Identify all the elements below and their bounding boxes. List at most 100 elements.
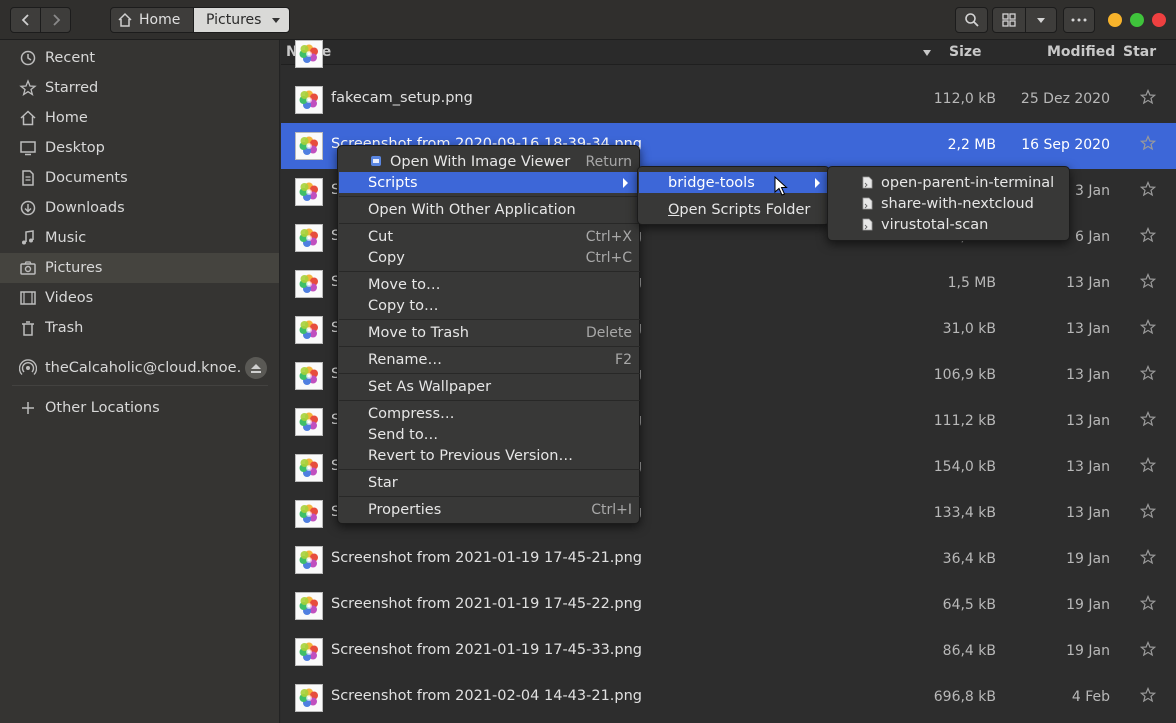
menu-item-label: bridge-tools xyxy=(668,174,755,191)
star-icon[interactable] xyxy=(1139,502,1157,523)
menu-item-move-to-trash[interactable]: Move to Trash Delete xyxy=(339,322,640,343)
minimize-button[interactable] xyxy=(1108,13,1122,27)
script-file-icon xyxy=(862,176,873,189)
sidebar-item-recent[interactable]: Recent xyxy=(0,43,279,73)
table-row[interactable]: Screenshot from 2021-01-19 17-45-22.png 6… xyxy=(281,583,1176,629)
close-button[interactable] xyxy=(1152,13,1166,27)
file-modified: 13 Jan xyxy=(1066,413,1110,429)
menu-item-star[interactable]: Star xyxy=(339,472,640,493)
star-icon[interactable] xyxy=(1139,686,1157,707)
sidebar-item-other-locations[interactable]: Other Locations xyxy=(0,393,279,423)
table-row[interactable]: Screenshot from 2021-01-19 17-45-21.png 3… xyxy=(281,537,1176,583)
menu-separator xyxy=(339,223,640,224)
submenu-arrow-icon xyxy=(623,178,628,188)
menu-item-label: share-with-nextcloud xyxy=(881,195,1034,212)
sidebar-item-network[interactable]: theCalcaholic@cloud.knoe… xyxy=(0,353,279,383)
file-size: 1,5 MB xyxy=(947,275,996,291)
star-icon[interactable] xyxy=(1139,226,1157,247)
sidebar-item-desktop[interactable]: Desktop xyxy=(0,133,279,163)
triangle-down-icon xyxy=(1037,18,1045,23)
menu-item-label: Revert to Previous Version… xyxy=(368,447,573,464)
menu-item-label: Scripts xyxy=(368,174,418,191)
search-button[interactable] xyxy=(955,7,988,33)
breadcrumb-pictures-label: Pictures xyxy=(206,12,262,28)
menu-item-label: Open With Image Viewer xyxy=(390,153,571,170)
menu-item-open-with-viewer[interactable]: Open With Image Viewer Return xyxy=(339,151,640,172)
file-modified: 19 Jan xyxy=(1066,597,1110,613)
file-modified: 4 Feb xyxy=(1071,689,1110,705)
image-thumbnail-icon xyxy=(299,642,318,661)
image-thumbnail-icon xyxy=(299,458,318,477)
menu-item-script-share-with-nextcloud[interactable]: share-with-nextcloud xyxy=(829,193,1070,214)
menu-item-label-rest: pen Scripts Folder xyxy=(679,201,811,218)
forward-button[interactable] xyxy=(40,7,71,33)
menu-item-cut[interactable]: Cut Ctrl+X xyxy=(339,226,640,247)
star-icon[interactable] xyxy=(1139,318,1157,339)
menu-item-script-virustotal-scan[interactable]: virustotal-scan xyxy=(829,214,1070,235)
menu-item-copy[interactable]: Copy Ctrl+C xyxy=(339,247,640,268)
sidebar-item-label: Other Locations xyxy=(45,400,160,416)
file-name: Screenshot from 2021-01-19 17-45-33.png xyxy=(331,642,643,658)
eject-button[interactable] xyxy=(245,357,267,379)
sidebar-item-home[interactable]: Home xyxy=(0,103,279,133)
menu-item-move-to[interactable]: Move to… xyxy=(339,274,640,295)
chevron-right-icon xyxy=(52,14,60,26)
star-icon[interactable] xyxy=(1139,134,1157,155)
star-icon[interactable] xyxy=(1139,594,1157,615)
sidebar-item-videos[interactable]: Videos xyxy=(0,283,279,313)
triangle-down-icon xyxy=(272,18,280,23)
menu-item-open-with-other[interactable]: Open With Other Application xyxy=(339,199,640,220)
sidebar-item-starred[interactable]: Starred xyxy=(0,73,279,103)
file-size: 154,0 kB xyxy=(933,459,996,475)
star-icon[interactable] xyxy=(1139,88,1157,109)
menu-item-script-open-parent-in-terminal[interactable]: open-parent-in-terminal xyxy=(829,172,1070,193)
file-size: 2,2 MB xyxy=(947,137,996,153)
star-icon[interactable] xyxy=(1139,180,1157,201)
star-icon[interactable] xyxy=(1139,410,1157,431)
star-icon[interactable] xyxy=(1139,456,1157,477)
bridge-tools-submenu: open-parent-in-terminal share-with-nextcl… xyxy=(827,166,1070,241)
table-row[interactable]: fakecam_setup.png 112,0 kB 25 Dez 2020 xyxy=(281,77,1176,123)
menu-item-label: Set As Wallpaper xyxy=(368,378,492,395)
file-thumbnail xyxy=(295,500,323,528)
sidebar-item-music[interactable]: Music xyxy=(0,223,279,253)
star-icon[interactable] xyxy=(1139,548,1157,569)
sidebar-item-pictures[interactable]: Pictures xyxy=(0,253,279,283)
menu-item-open-scripts-folder[interactable]: Open Scripts Folder xyxy=(639,199,830,220)
menu-item-label: Copy xyxy=(368,249,405,266)
grid-view-button[interactable] xyxy=(992,7,1026,33)
menu-item-label: Star xyxy=(368,474,398,491)
menu-item-set-wallpaper[interactable]: Set As Wallpaper xyxy=(339,376,640,397)
back-button[interactable] xyxy=(10,7,41,33)
maximize-button[interactable] xyxy=(1130,13,1144,27)
table-row[interactable]: Screenshot from 2021-02-04 14-43-21.png 6… xyxy=(281,675,1176,721)
menu-item-bridge-tools[interactable]: bridge-tools xyxy=(639,172,830,193)
breadcrumb-home[interactable]: Home xyxy=(110,7,194,33)
sidebar-item-trash[interactable]: Trash xyxy=(0,313,279,343)
file-thumbnail xyxy=(295,362,323,390)
file-modified: 13 Jan xyxy=(1066,321,1110,337)
table-row[interactable]: Screenshot from 2021-01-19 17-45-33.png 8… xyxy=(281,629,1176,675)
menu-item-send-to[interactable]: Send to… xyxy=(339,424,640,445)
menu-button[interactable] xyxy=(1063,7,1095,33)
menu-item-rename[interactable]: Rename… F2 xyxy=(339,349,640,370)
view-options-button[interactable] xyxy=(1025,7,1057,33)
menu-item-revert[interactable]: Revert to Previous Version… xyxy=(339,445,640,466)
menu-item-accel: Delete xyxy=(586,324,632,341)
menu-item-accel: Ctrl+C xyxy=(585,249,632,266)
download-icon xyxy=(20,200,36,216)
menu-item-copy-to[interactable]: Copy to… xyxy=(339,295,640,316)
file-thumbnail xyxy=(295,546,323,574)
star-icon[interactable] xyxy=(1139,364,1157,385)
file-size: 36,4 kB xyxy=(942,551,996,567)
breadcrumb-pictures[interactable]: Pictures xyxy=(193,7,290,33)
sidebar-item-documents[interactable]: Documents xyxy=(0,163,279,193)
menu-item-compress[interactable]: Compress… xyxy=(339,403,640,424)
menu-item-scripts[interactable]: Scripts xyxy=(339,172,640,193)
sidebar-item-downloads[interactable]: Downloads xyxy=(0,193,279,223)
table-row-partial xyxy=(281,40,1176,77)
star-icon[interactable] xyxy=(1139,640,1157,661)
menu-item-properties[interactable]: Properties Ctrl+I xyxy=(339,499,640,520)
star-icon[interactable] xyxy=(1139,272,1157,293)
file-modified: 13 Jan xyxy=(1066,505,1110,521)
